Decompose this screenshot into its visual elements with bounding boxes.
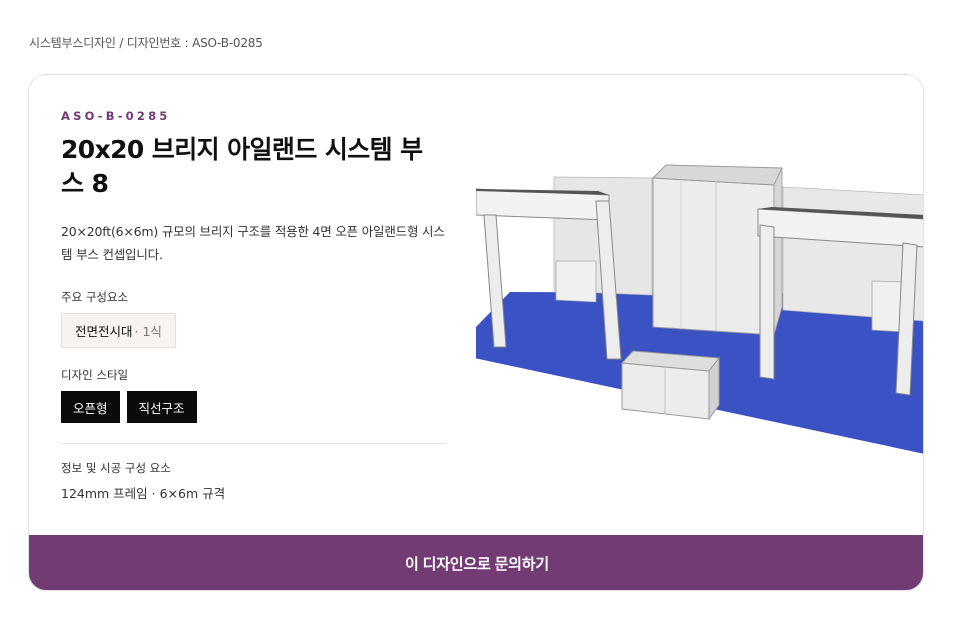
style-tag-linear: 직선구조 [126, 391, 197, 423]
left-cabinet [555, 260, 597, 303]
info-text: 124mm 프레임 · 6×6m 규격 [61, 486, 226, 501]
component-qty: · 1식 [134, 324, 162, 339]
divider [61, 443, 446, 444]
breadcrumb: 시스템부스디자인 / 디자인번호 : ASO-B-0285 [29, 36, 263, 50]
style-tag-open: 오픈형 [61, 391, 120, 423]
component-chip: 전면전시대 · 1식 [61, 313, 176, 348]
style-label: 디자인 스타일 [61, 368, 129, 382]
inquire-button[interactable]: 이 디자인으로 문의하기 [29, 535, 923, 590]
design-description: 20×20ft(6×6m) 규모의 브리지 구조를 적용한 4면 오픈 아일랜드… [61, 224, 445, 262]
center-tower-front [652, 177, 775, 336]
right-arch-post-left [759, 224, 775, 380]
components-label: 주요 구성요소 [61, 290, 129, 304]
design-card: ASO-B-0285 20x20 브리지 아일랜드 시스템 부스 8 20×20… [28, 74, 924, 591]
booth-render-image [476, 75, 923, 535]
design-title: 20x20 브리지 아일랜드 시스템 부스 8 [61, 135, 423, 198]
component-name: 전면전시대 [75, 324, 133, 339]
design-code: ASO-B-0285 [61, 109, 171, 123]
style-tags: 오픈형 직선구조 [61, 391, 197, 423]
booth-render-svg [476, 164, 923, 454]
center-tower-side [773, 167, 783, 336]
info-label: 정보 및 시공 구성 요소 [61, 461, 171, 475]
